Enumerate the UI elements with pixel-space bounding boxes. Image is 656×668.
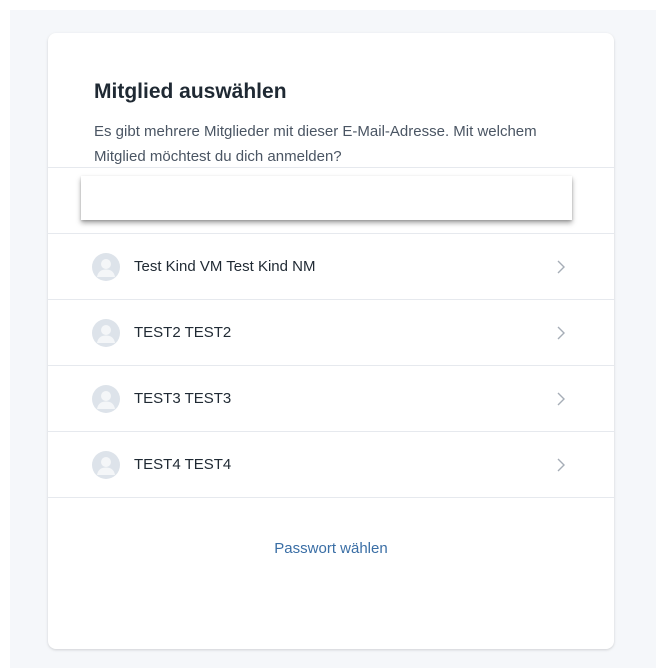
user-avatar-icon — [92, 318, 120, 347]
member-name: TEST3 TEST3 — [134, 390, 232, 407]
user-avatar-icon — [92, 252, 120, 281]
dialog-title: Mitglied auswählen — [94, 80, 287, 103]
choose-password-link[interactable]: Passwort wählen — [274, 540, 387, 557]
member-search-input[interactable] — [81, 176, 572, 220]
member-name: Test Kind VM Test Kind NM — [134, 258, 316, 275]
member-name: TEST4 TEST4 — [134, 456, 232, 473]
chevron-right-icon — [554, 458, 568, 472]
search-row — [48, 168, 614, 234]
dialog-header: Mitglied auswählen Es gibt mehrere Mitgl… — [48, 33, 614, 168]
user-avatar-icon — [92, 384, 120, 413]
chevron-right-icon — [554, 326, 568, 340]
member-list: Test Kind VM Test Kind NM TEST2 TEST2 TE… — [48, 234, 614, 498]
dialog-description: Es gibt mehrere Mitglieder mit dieser E-… — [94, 123, 537, 165]
chevron-right-icon — [554, 260, 568, 274]
user-avatar-icon — [92, 450, 120, 479]
chevron-right-icon — [554, 392, 568, 406]
member-select-dialog: Mitglied auswählen Es gibt mehrere Mitgl… — [48, 33, 614, 649]
member-item-1[interactable]: TEST2 TEST2 — [48, 300, 614, 366]
dialog-footer: Passwort wählen — [48, 498, 614, 598]
member-item-3[interactable]: TEST4 TEST4 — [48, 432, 614, 498]
member-item-0[interactable]: Test Kind VM Test Kind NM — [48, 234, 614, 300]
member-item-2[interactable]: TEST3 TEST3 — [48, 366, 614, 432]
member-name: TEST2 TEST2 — [134, 324, 232, 341]
